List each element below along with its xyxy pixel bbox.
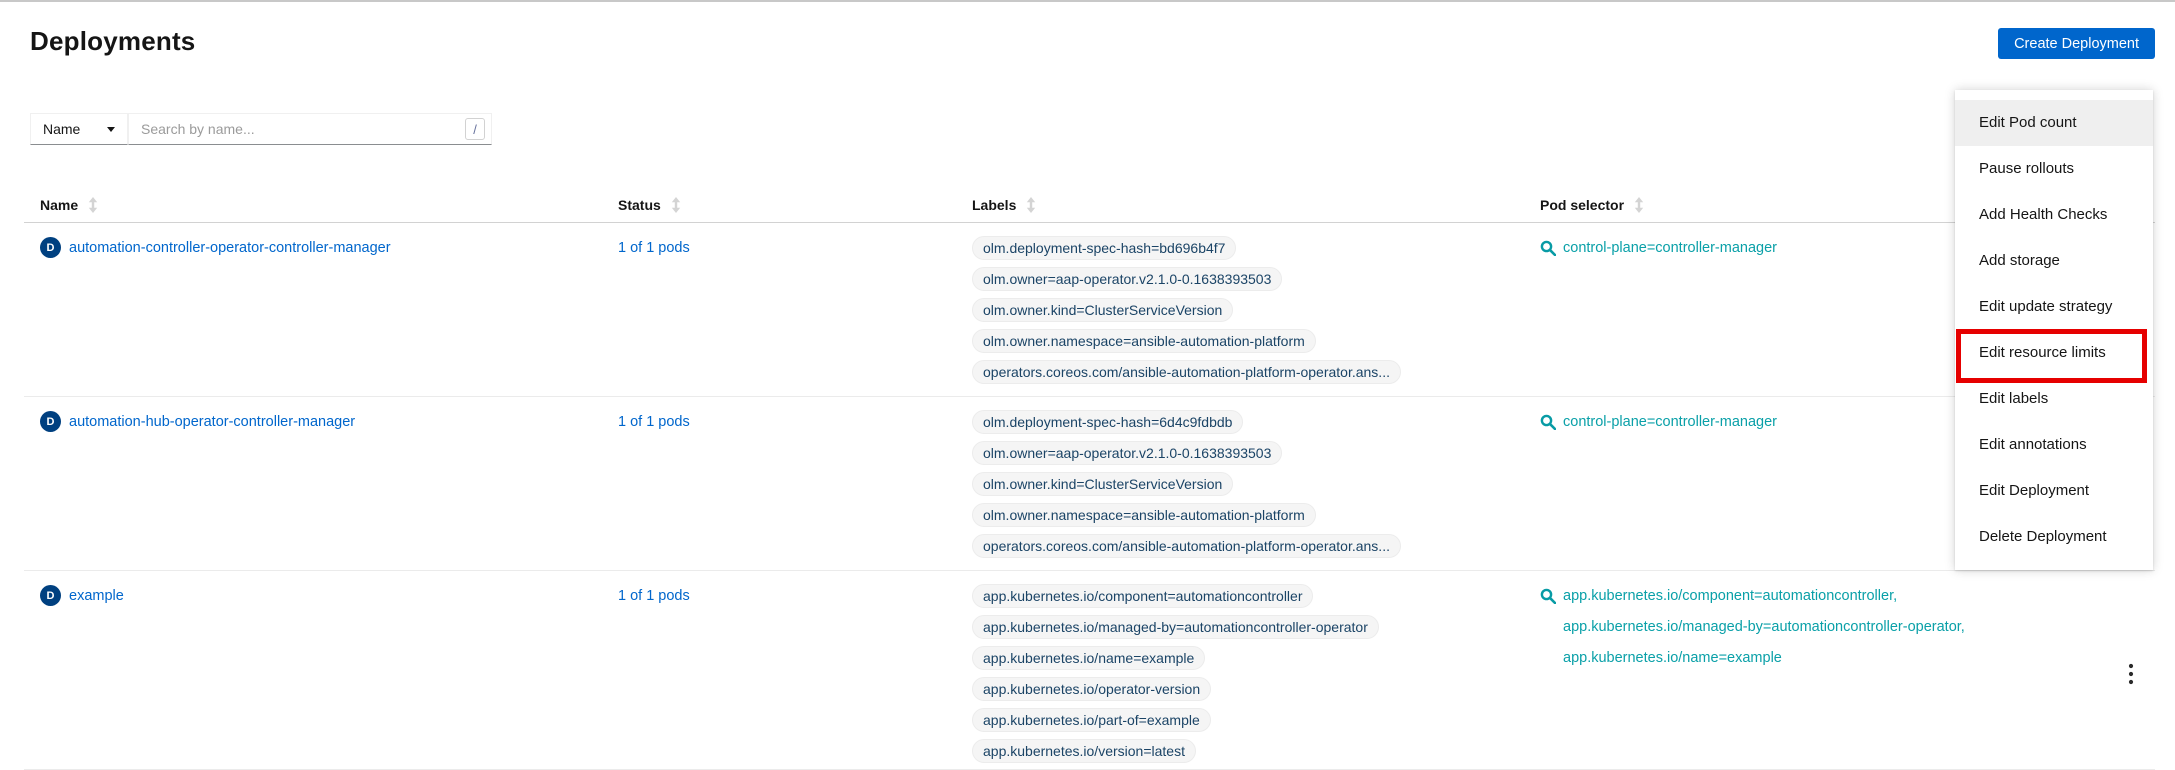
- column-header-status: Status: [602, 188, 956, 222]
- pod-selector-link[interactable]: control-plane=controller-manager: [1563, 236, 1777, 260]
- label-chip: olm.owner=aap-operator.v2.1.0-0.16383935…: [972, 267, 1282, 291]
- label-chip: app.kubernetes.io/component=automationco…: [972, 584, 1313, 608]
- sort-button[interactable]: [671, 197, 681, 213]
- search-icon: [1540, 588, 1556, 604]
- search-input[interactable]: [128, 113, 492, 145]
- table-body: Dautomation-controller-operator-controll…: [24, 223, 2155, 770]
- deployment-resource-badge: D: [40, 585, 61, 606]
- label-chip-list: olm.deployment-spec-hash=bd696b4f7 olm.ow…: [972, 236, 1508, 384]
- kebab-menu-button[interactable]: [2120, 587, 2142, 763]
- pod-status-link[interactable]: 1 of 1 pods: [618, 240, 690, 256]
- menu-item-edit-pod-count[interactable]: Edit Pod count: [1955, 100, 2153, 146]
- label-chip: app.kubernetes.io/operator-version: [972, 677, 1211, 701]
- sort-icon: [1634, 197, 1644, 213]
- pod-selector-cell: app.kubernetes.io/component=automationco…: [1524, 571, 2107, 769]
- deployments-table: Name Status Labels Pod selector Dautomat…: [24, 188, 2155, 770]
- label-chip: olm.owner.kind=ClusterServiceVersion: [972, 298, 1233, 322]
- labels-cell: olm.deployment-spec-hash=6d4c9fdbdb olm.o…: [956, 397, 1524, 570]
- search-icon-wrap: [1540, 588, 1556, 608]
- sort-button[interactable]: [1634, 197, 1644, 213]
- menu-item-add-storage[interactable]: Add storage: [1955, 238, 2153, 284]
- label-chip: olm.deployment-spec-hash=bd696b4f7: [972, 236, 1236, 260]
- menu-item-edit-resource-limits[interactable]: Edit resource limits: [1955, 330, 2153, 376]
- status-cell: 1 of 1 pods: [602, 397, 956, 570]
- table-row: Dexample 1 of 1 pods app.kubernetes.io/com…: [24, 571, 2155, 770]
- keyboard-shortcut-badge: /: [465, 118, 485, 140]
- search-icon-wrap: [1540, 414, 1556, 434]
- label-chip: app.kubernetes.io/version=latest: [972, 739, 1196, 763]
- pod-status-link[interactable]: 1 of 1 pods: [618, 414, 690, 430]
- labels-cell: app.kubernetes.io/component=automationco…: [956, 571, 1524, 769]
- pod-selector-lines: control-plane=controller-manager: [1563, 410, 1777, 434]
- sort-icon: [88, 197, 98, 213]
- label-chip: app.kubernetes.io/part-of=example: [972, 708, 1211, 732]
- label-chip: olm.owner=aap-operator.v2.1.0-0.16383935…: [972, 441, 1282, 465]
- column-header-name: Name: [24, 188, 602, 222]
- filter-type-label: Name: [43, 121, 80, 137]
- sort-button[interactable]: [1026, 197, 1036, 213]
- actions-menu: Edit Pod countPause rolloutsAdd Health C…: [1955, 90, 2153, 570]
- name-cell: Dautomation-controller-operator-controll…: [24, 223, 602, 396]
- sort-icon: [671, 197, 681, 213]
- status-cell: 1 of 1 pods: [602, 571, 956, 769]
- label-chip: app.kubernetes.io/name=example: [972, 646, 1205, 670]
- sort-icon: [1026, 197, 1036, 213]
- caret-down-icon: [107, 127, 115, 132]
- label-chip-list: olm.deployment-spec-hash=6d4c9fdbdb olm.o…: [972, 410, 1508, 558]
- deployment-resource-badge: D: [40, 411, 61, 432]
- pod-selector-link[interactable]: app.kubernetes.io/component=automationco…: [1563, 584, 1965, 608]
- sort-button[interactable]: [88, 197, 98, 213]
- search-icon: [1540, 414, 1556, 430]
- top-border: [0, 0, 2175, 2]
- menu-item-edit-update-strategy[interactable]: Edit update strategy: [1955, 284, 2153, 330]
- filter-toolbar: Name /: [30, 113, 492, 145]
- name-cell: Dautomation-hub-operator-controller-mana…: [24, 397, 602, 570]
- search-icon: [1540, 240, 1556, 256]
- labels-cell: olm.deployment-spec-hash=bd696b4f7 olm.ow…: [956, 223, 1524, 396]
- menu-item-edit-labels[interactable]: Edit labels: [1955, 376, 2153, 422]
- label-chip: olm.owner.namespace=ansible-automation-p…: [972, 329, 1316, 353]
- label-chip: olm.deployment-spec-hash=6d4c9fdbdb: [972, 410, 1243, 434]
- pod-status-link[interactable]: 1 of 1 pods: [618, 588, 690, 604]
- label-chip: olm.owner.kind=ClusterServiceVersion: [972, 472, 1233, 496]
- table-row: Dautomation-hub-operator-controller-mana…: [24, 397, 2155, 571]
- menu-item-add-health-checks[interactable]: Add Health Checks: [1955, 192, 2153, 238]
- annotation-highlight-box: [1956, 329, 2147, 383]
- label-chip: operators.coreos.com/ansible-automation-…: [972, 534, 1401, 558]
- table-row: Dautomation-controller-operator-controll…: [24, 223, 2155, 397]
- deployment-name-link[interactable]: automation-controller-operator-controlle…: [69, 236, 391, 260]
- label-chip: app.kubernetes.io/managed-by=automationc…: [972, 615, 1379, 639]
- column-header-labels: Labels: [956, 188, 1524, 222]
- filter-type-dropdown[interactable]: Name: [30, 113, 128, 145]
- page-title: Deployments: [30, 26, 195, 57]
- deployment-resource-badge: D: [40, 237, 61, 258]
- menu-item-edit-deployment[interactable]: Edit Deployment: [1955, 468, 2153, 514]
- deployment-name-link[interactable]: automation-hub-operator-controller-manag…: [69, 410, 355, 434]
- menu-item-edit-annotations[interactable]: Edit annotations: [1955, 422, 2153, 468]
- label-chip-list: app.kubernetes.io/component=automationco…: [972, 584, 1508, 763]
- menu-item-delete-deployment[interactable]: Delete Deployment: [1955, 514, 2153, 560]
- search-field-wrap: /: [128, 113, 492, 145]
- search-icon-wrap: [1540, 240, 1556, 260]
- name-cell: Dexample: [24, 571, 602, 769]
- pod-selector-link[interactable]: app.kubernetes.io/name=example: [1563, 646, 1965, 670]
- status-cell: 1 of 1 pods: [602, 223, 956, 396]
- pod-selector-link[interactable]: control-plane=controller-manager: [1563, 410, 1777, 434]
- label-chip: olm.owner.namespace=ansible-automation-p…: [972, 503, 1316, 527]
- create-deployment-button[interactable]: Create Deployment: [1998, 28, 2155, 59]
- table-header-row: Name Status Labels Pod selector: [24, 188, 2155, 223]
- menu-item-pause-rollouts[interactable]: Pause rollouts: [1955, 146, 2153, 192]
- pod-selector-lines: app.kubernetes.io/component=automationco…: [1563, 584, 1965, 670]
- kebab-icon: [2128, 662, 2134, 686]
- label-chip: operators.coreos.com/ansible-automation-…: [972, 360, 1401, 384]
- actions-cell: [2107, 571, 2155, 769]
- pod-selector-lines: control-plane=controller-manager: [1563, 236, 1777, 260]
- deployment-name-link[interactable]: example: [69, 584, 124, 608]
- pod-selector-link[interactable]: app.kubernetes.io/managed-by=automationc…: [1563, 615, 1965, 639]
